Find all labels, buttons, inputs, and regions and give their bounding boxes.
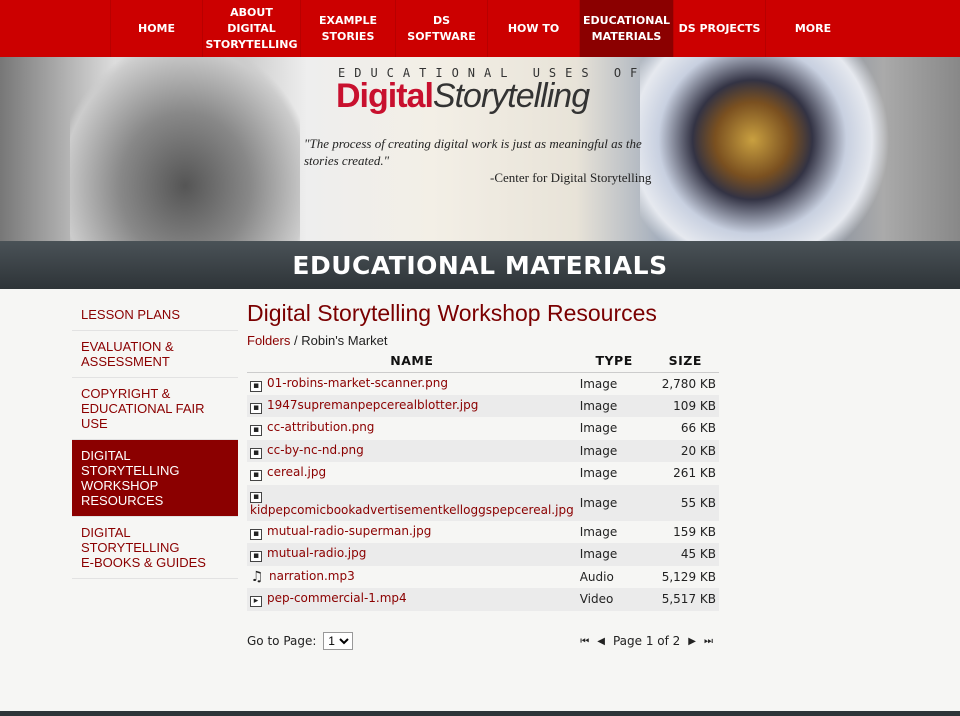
column-type[interactable]: TYPE	[576, 349, 652, 373]
image-icon: ▪	[250, 492, 262, 503]
table-row: ▪ kidpepcomicbookadvertisementkelloggspep…	[247, 484, 719, 521]
breadcrumb: Folders / Robin's Market	[247, 333, 388, 348]
sidebar-item-3[interactable]: DIGITAL STORYTELLING WORKSHOP RESOURCES	[72, 440, 238, 517]
file-size: 45 KB	[651, 543, 719, 566]
section-title: EDUCATIONAL MATERIALS	[0, 241, 960, 289]
table-row: ▪ 1947supremanpepcerealblotter.jpg Image 10…	[247, 394, 719, 417]
column-size[interactable]: SIZE	[651, 349, 719, 373]
top-nav: HOME ABOUT DIGITAL STORYTELLING EXAMPLE ST…	[0, 0, 960, 57]
file-link[interactable]: narration.mp3	[269, 569, 355, 583]
file-size: 55 KB	[651, 484, 719, 521]
file-size: 159 KB	[673, 524, 716, 539]
sidebar-item-4[interactable]: DIGITAL STORYTELLING E-BOOKS & GUIDES	[72, 517, 238, 579]
file-link[interactable]: cereal.jpg	[267, 465, 326, 479]
image-icon: ▪	[250, 402, 262, 414]
sidebar-item-0[interactable]: LESSON PLANS	[72, 299, 238, 331]
file-type: Image	[579, 376, 618, 391]
column-name[interactable]: NAME	[247, 349, 577, 373]
astronaut-illustration	[640, 57, 890, 241]
first-page-icon[interactable]: ⏮	[580, 636, 589, 647]
image-icon: ▪	[250, 551, 262, 563]
banner-quote: "The process of creating digital work is…	[304, 136, 642, 168]
prev-page-icon[interactable]: ◀	[597, 636, 605, 647]
file-link[interactable]: pep-commercial-1.mp4	[267, 591, 407, 605]
table-row: ▪ cc-attribution.png Image 66 KB	[247, 417, 719, 440]
next-page-icon[interactable]: ▶	[688, 636, 696, 647]
table-row: ▸ pep-commercial-1.mp4 Video 5,517 KB	[247, 588, 719, 611]
pager: Go to Page: 1 ⏮ ◀ Page 1 of 2 ▶ ⏭	[247, 632, 719, 650]
file-link[interactable]: mutual-radio.jpg	[267, 546, 366, 560]
file-link[interactable]: cc-attribution.png	[267, 420, 374, 434]
ship-illustration	[70, 57, 300, 241]
table-row: ▪ cereal.jpg Image 261 KB	[247, 462, 719, 485]
breadcrumb-folders-link[interactable]: Folders	[247, 333, 290, 348]
file-type: Image	[579, 466, 618, 481]
nav-item-0[interactable]: HOME	[110, 0, 202, 57]
nav-item-6[interactable]: DS PROJECTS	[673, 0, 765, 57]
file-type: Image	[576, 439, 652, 462]
goto-page-label: Go to Page:	[247, 634, 317, 648]
banner-attribution: -Center for Digital Storytelling	[490, 170, 652, 185]
nav-item-1[interactable]: ABOUT DIGITAL STORYTELLING	[202, 0, 300, 57]
file-type: Image	[576, 484, 652, 521]
image-icon: ▪	[250, 425, 262, 437]
nav-item-5[interactable]: EDUCATIONAL MATERIALS	[579, 0, 673, 57]
file-size: 2,780 KB	[661, 376, 716, 391]
file-link[interactable]: cc-by-nc-nd.png	[267, 443, 364, 457]
file-type: Video	[576, 588, 652, 611]
music-icon: ♫	[250, 569, 264, 586]
file-size: 261 KB	[673, 466, 716, 481]
page-indicator: Page 1 of 2	[612, 634, 681, 648]
main-content: Digital Storytelling Workshop Resources …	[247, 300, 719, 611]
file-type: Image	[579, 524, 618, 539]
breadcrumb-current: Robin's Market	[301, 333, 388, 348]
video-icon: ▸	[250, 596, 262, 608]
file-type: Image	[579, 421, 618, 436]
file-type: Audio	[579, 569, 614, 584]
sidebar: LESSON PLANS EVALUATION & ASSESSMENT COPYR…	[72, 299, 238, 579]
last-page-icon[interactable]: ⏭	[704, 636, 713, 647]
file-size: 109 KB	[651, 394, 719, 417]
image-icon: ▪	[250, 528, 262, 540]
image-icon: ▪	[250, 380, 262, 392]
table-row: ▪ mutual-radio-superman.jpg Image 159 KB	[247, 521, 719, 544]
file-size: 5,517 KB	[651, 588, 719, 611]
nav-item-3[interactable]: DS SOFTWARE	[395, 0, 487, 57]
nav-item-4[interactable]: HOW TO	[487, 0, 579, 57]
sidebar-item-1[interactable]: EVALUATION & ASSESSMENT	[72, 331, 238, 378]
sidebar-item-2[interactable]: COPYRIGHT & EDUCATIONAL FAIR USE	[72, 378, 238, 440]
table-row: ♫ narration.mp3 Audio 5,129 KB	[247, 566, 719, 589]
page-title: Digital Storytelling Workshop Resources	[247, 300, 657, 326]
table-row: ▪ mutual-radio.jpg Image 45 KB	[247, 543, 719, 566]
nav-item-7[interactable]: MORE	[765, 0, 860, 57]
banner-logo: DigitalStorytelling	[336, 77, 590, 115]
file-size: 5,129 KB	[661, 569, 716, 584]
image-icon: ▪	[250, 470, 262, 482]
table-row: ▪ cc-by-nc-nd.png Image 20 KB	[247, 439, 719, 462]
table-row: ▪ 01-robins-market-scanner.png Image 2,780 …	[247, 372, 719, 395]
header-banner: EDUCATIONAL USES OF DigitalStorytelling …	[0, 57, 960, 241]
file-link[interactable]: mutual-radio-superman.jpg	[267, 524, 431, 538]
footer-bar	[0, 711, 960, 716]
file-size: 20 KB	[651, 439, 719, 462]
file-table: NAME TYPE SIZE ▪ 01-robins-market-scanner…	[247, 349, 719, 611]
file-link[interactable]: 01-robins-market-scanner.png	[267, 376, 448, 390]
file-type: Image	[576, 543, 652, 566]
nav-item-2[interactable]: EXAMPLE STORIES	[300, 0, 395, 57]
image-icon: ▪	[250, 447, 262, 459]
file-link[interactable]: 1947supremanpepcerealblotter.jpg	[267, 398, 478, 412]
file-link[interactable]: kidpepcomicbookadvertisementkelloggspepc…	[250, 503, 574, 517]
goto-page-select[interactable]: 1	[323, 632, 354, 650]
file-size: 66 KB	[680, 421, 716, 436]
file-type: Image	[576, 394, 652, 417]
